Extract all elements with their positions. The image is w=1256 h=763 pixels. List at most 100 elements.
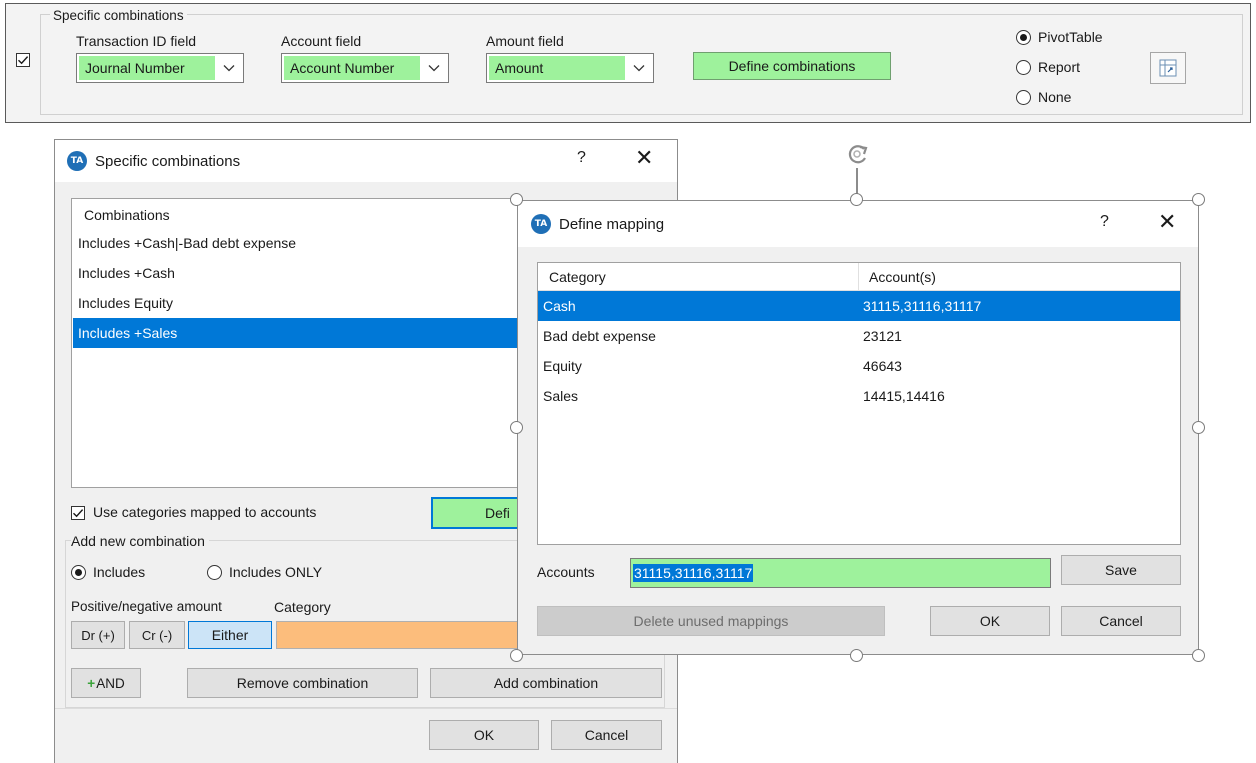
dialog-titlebar: TA Specific combinations ? ✕	[55, 140, 677, 182]
output-report-label: Report	[1038, 59, 1081, 75]
rotate-icon	[848, 145, 868, 164]
accounts-cell: 46643	[863, 358, 902, 374]
output-settings-icon	[1159, 59, 1177, 77]
includes-label: Includes	[93, 564, 146, 580]
includes-only-label: Includes ONLY	[229, 564, 323, 580]
list-item[interactable]: Includes Equity	[73, 288, 519, 318]
radio-selected-icon	[1016, 29, 1031, 45]
rotate-handle[interactable]	[843, 140, 873, 170]
radio-selected-icon	[71, 564, 86, 580]
add-new-combination-title: Add new combination	[71, 533, 209, 549]
table-row-selected[interactable]: Cash 31115,31116,31117	[538, 291, 1180, 321]
list-item-selected[interactable]: Includes +Sales	[73, 318, 519, 348]
remove-combination-button[interactable]: Remove combination	[187, 668, 418, 698]
save-button[interactable]: Save	[1061, 555, 1181, 585]
column-header-category: Category	[549, 269, 606, 285]
accounts-input[interactable]: 31115,31116,31117	[630, 558, 1051, 588]
either-button[interactable]: Either	[188, 621, 272, 649]
use-categories-checkbox[interactable]	[71, 506, 85, 520]
output-settings-button[interactable]	[1150, 52, 1186, 84]
resize-handle-bottom-right[interactable]	[1192, 649, 1205, 662]
chevron-down-icon	[215, 54, 243, 82]
amount-field-value: Amount	[489, 56, 625, 80]
and-label: AND	[96, 675, 125, 691]
combinations-list[interactable]: Combinations Includes +Cash|-Bad debt ex…	[71, 198, 521, 488]
checkmark-icon	[18, 56, 29, 65]
use-categories-label: Use categories mapped to accounts	[93, 504, 317, 520]
close-button[interactable]: ✕	[1158, 209, 1176, 235]
pos-neg-label: Positive/negative amount	[71, 599, 222, 614]
mapping-grid[interactable]: Category Account(s) Cash 31115,31116,311…	[537, 262, 1181, 545]
checkmark-icon	[73, 509, 84, 518]
accounts-cell: 14415,14416	[863, 388, 945, 404]
amount-field-select[interactable]: Amount	[486, 53, 654, 83]
output-pivottable-label: PivotTable	[1038, 29, 1103, 45]
resize-handle-left[interactable]	[510, 421, 523, 434]
resize-handle-top[interactable]	[850, 193, 863, 206]
add-combination-button[interactable]: Add combination	[430, 668, 662, 698]
accounts-label: Accounts	[537, 564, 595, 580]
credit-button[interactable]: Cr (-)	[129, 621, 185, 649]
delete-unused-mappings-button[interactable]: Delete unused mappings	[537, 606, 885, 636]
column-divider	[858, 263, 859, 291]
category-label: Category	[274, 599, 331, 615]
account-field-label: Account field	[281, 33, 362, 49]
list-item[interactable]: Includes +Cash	[73, 258, 519, 288]
column-header-accounts: Account(s)	[869, 269, 936, 285]
app-logo-icon: TA	[67, 151, 87, 171]
table-row[interactable]: Sales 14415,14416	[538, 381, 1180, 411]
output-pivottable-option[interactable]: PivotTable	[1016, 29, 1103, 45]
combinations-list-header: Combinations	[84, 207, 170, 223]
category-cell: Bad debt expense	[543, 328, 656, 344]
output-report-option[interactable]: Report	[1016, 59, 1080, 75]
transaction-id-label: Transaction ID field	[76, 33, 197, 49]
debit-button[interactable]: Dr (+)	[71, 621, 125, 649]
app-logo-icon: TA	[531, 214, 551, 234]
output-none-option[interactable]: None	[1016, 89, 1071, 105]
help-button[interactable]: ?	[1100, 213, 1109, 231]
close-button[interactable]: ✕	[635, 145, 653, 171]
accounts-cell: 31115,31116,31117	[863, 298, 982, 314]
accounts-cell: 23121	[863, 328, 902, 344]
define-combinations-button[interactable]: Define combinations	[693, 52, 891, 80]
table-row[interactable]: Bad debt expense 23121	[538, 321, 1180, 351]
and-button[interactable]: + AND	[71, 668, 141, 698]
table-row[interactable]: Equity 46643	[538, 351, 1180, 381]
resize-handle-bottom-left[interactable]	[510, 649, 523, 662]
list-item[interactable]: Includes +Cash|-Bad debt expense	[73, 228, 519, 258]
dialog-titlebar: TA Define mapping ? ✕	[518, 201, 1198, 247]
mapping-grid-header: Category Account(s)	[538, 263, 1180, 291]
category-cell: Equity	[543, 358, 582, 374]
category-cell: Sales	[543, 388, 579, 404]
cancel-button[interactable]: Cancel	[551, 720, 662, 750]
cancel-button[interactable]: Cancel	[1061, 606, 1181, 636]
chevron-down-icon	[625, 54, 653, 82]
account-field-value: Account Number	[284, 56, 420, 80]
account-field-select[interactable]: Account Number	[281, 53, 449, 83]
dialog-title: Define mapping	[559, 215, 665, 233]
chevron-down-icon	[420, 54, 448, 82]
define-mapping-button[interactable]: Defi	[431, 497, 525, 529]
define-mapping-dialog: TA Define mapping ? ✕ Category Account(s…	[517, 200, 1199, 655]
resize-handle-right[interactable]	[1192, 421, 1205, 434]
resize-handle-bottom[interactable]	[850, 649, 863, 662]
ok-button[interactable]: OK	[930, 606, 1050, 636]
resize-handle-top-right[interactable]	[1192, 193, 1205, 206]
category-cell: Cash	[543, 298, 576, 314]
transaction-id-value: Journal Number	[79, 56, 215, 80]
output-none-label: None	[1038, 89, 1072, 105]
resize-handle-top-left[interactable]	[510, 193, 523, 206]
group-title: Specific combinations	[50, 8, 187, 23]
help-button[interactable]: ?	[577, 149, 586, 167]
includes-radio[interactable]: Includes	[71, 564, 145, 580]
dialog-title: Specific combinations	[95, 152, 241, 170]
includes-only-radio[interactable]: Includes ONLY	[207, 564, 322, 580]
accounts-input-value: 31115,31116,31117	[633, 564, 754, 582]
amount-field-label: Amount field	[486, 33, 564, 49]
ok-button[interactable]: OK	[429, 720, 539, 750]
transaction-id-select[interactable]: Journal Number	[76, 53, 244, 83]
footer-divider	[55, 708, 677, 709]
enable-specific-combinations-checkbox[interactable]	[16, 53, 30, 67]
radio-unselected-icon	[207, 564, 222, 580]
category-select[interactable]	[276, 621, 521, 649]
